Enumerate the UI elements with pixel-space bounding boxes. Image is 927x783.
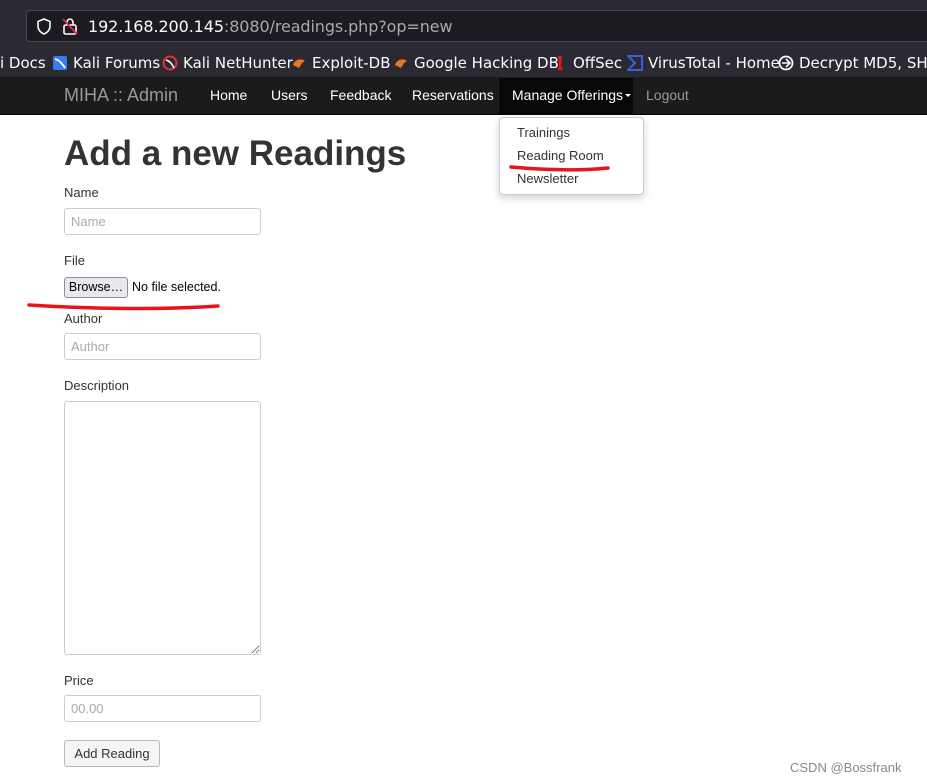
dropdown-item-reading-room[interactable]: Reading Room (517, 148, 604, 163)
description-textarea[interactable] (64, 401, 261, 655)
ghdb-icon (395, 59, 407, 68)
bookmark-label: Kali Forums (73, 54, 161, 72)
browser-toolbar: 192.168.200.145:8080/readings.php?op=new (0, 0, 927, 47)
shield-icon[interactable] (36, 18, 52, 35)
url-text[interactable]: 192.168.200.145:8080/readings.php?op=new (88, 17, 453, 36)
page-title: Add a new Readings (64, 134, 407, 173)
bookmark-label: Google Hacking DB (414, 54, 559, 72)
bookmark-label: i Docs (0, 54, 46, 72)
nav-home[interactable]: Home (197, 78, 260, 115)
annotation-underline-file (27, 303, 220, 311)
description-label: Description (64, 378, 130, 393)
virustotal-icon (627, 55, 643, 71)
bookmark-ghdb[interactable]: Google Hacking DB (393, 53, 559, 73)
url-bar[interactable]: 192.168.200.145:8080/readings.php?op=new (26, 10, 927, 42)
nav-feedback[interactable]: Feedback (317, 78, 404, 115)
bookmark-kali-forums[interactable]: Kali Forums (52, 53, 160, 73)
nav-logout[interactable]: Logout (633, 78, 702, 115)
app-navbar: MIHA :: Admin Home Users Feedback Reserv… (0, 78, 927, 115)
url-path: :8080/readings.php?op=new (223, 17, 453, 36)
nav-manage-offerings-label: Manage Offerings (512, 87, 624, 103)
bookmark-label: Kali NetHunter (183, 54, 293, 72)
bookmark-exploit-db[interactable]: Exploit-DB (291, 53, 391, 73)
manage-offerings-dropdown: Trainings Reading Room Newsletter (499, 117, 644, 195)
url-host: 192.168.200.145 (88, 17, 224, 36)
price-label: Price (64, 673, 94, 688)
add-reading-button[interactable]: Add Reading (64, 740, 160, 767)
watermark: CSDN @Bossfrank (790, 760, 902, 775)
offsec-icon (557, 56, 563, 70)
lock-insecure-icon[interactable] (62, 17, 78, 35)
bookmark-label: OffSec (573, 54, 623, 72)
bookmark-kali-nethunter[interactable]: Kali NetHunter (162, 53, 293, 73)
no-file-text: No file selected. (132, 280, 221, 294)
bookmark-label: VirusTotal - Home (648, 54, 780, 72)
annotation-layer (27, 165, 610, 311)
bookmark-label: Decrypt MD5, SHA1, (799, 54, 927, 72)
nav-reservations[interactable]: Reservations (399, 78, 507, 115)
dropdown-item-newsletter[interactable]: Newsletter (517, 171, 578, 186)
author-input[interactable] (64, 333, 261, 360)
dropdown-item-trainings[interactable]: Trainings (517, 125, 570, 140)
nav-manage-offerings[interactable]: Manage Offerings (499, 78, 633, 115)
price-input[interactable] (64, 695, 261, 722)
name-label: Name (64, 185, 99, 200)
caret-down-icon (625, 93, 632, 97)
bookmark-decrypt[interactable]: Decrypt MD5, SHA1, (778, 53, 927, 73)
bookmarks-bar: i Docs Kali Forums Kali NetHunter Exploi… (0, 47, 927, 78)
bookmark-virustotal[interactable]: VirusTotal - Home (627, 53, 780, 73)
bookmark-label: Exploit-DB (312, 54, 391, 72)
file-label: File (64, 253, 85, 268)
nav-users[interactable]: Users (258, 78, 321, 115)
decrypt-icon (778, 55, 794, 71)
brand-title[interactable]: MIHA :: Admin (64, 85, 178, 106)
author-label: Author (64, 311, 103, 326)
bookmark-docs[interactable]: i Docs (0, 53, 46, 73)
browse-button[interactable]: Browse… (64, 277, 128, 298)
exploit-db-icon (293, 59, 305, 68)
name-input[interactable] (64, 208, 261, 235)
bookmark-offsec[interactable]: OffSec (552, 53, 622, 73)
kali-nethunter-icon (162, 55, 178, 71)
kali-forums-icon (53, 56, 67, 70)
